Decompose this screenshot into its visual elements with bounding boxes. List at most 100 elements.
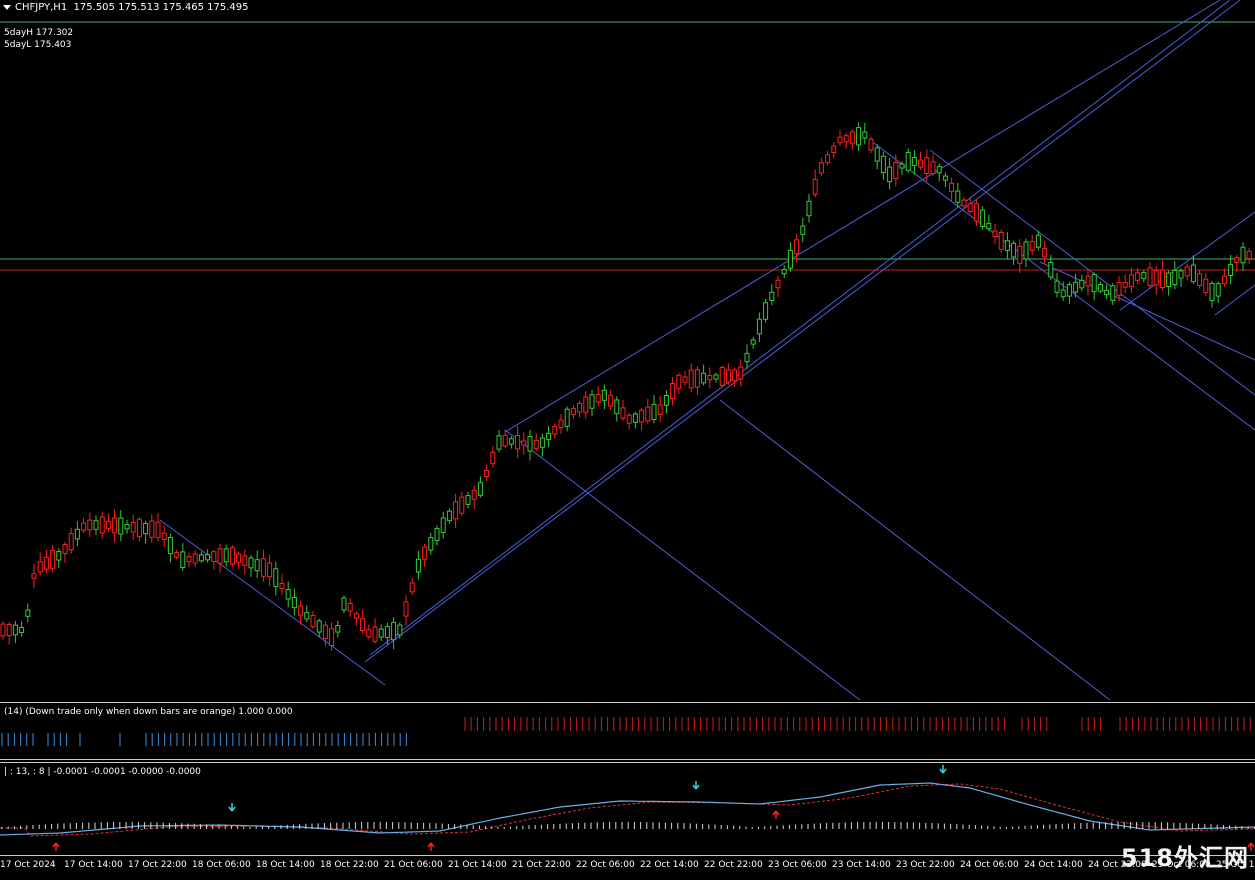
time-tick-label: 24 Oct 06:00 — [960, 860, 1019, 870]
candle-body-76 — [471, 489, 477, 500]
candle-body-171 — [1060, 289, 1066, 298]
candle-body-79 — [490, 451, 496, 465]
candle-body-54 — [335, 625, 341, 633]
candle-body-9 — [56, 550, 62, 561]
candle-body-6 — [37, 561, 43, 573]
candle-body-60 — [372, 626, 378, 642]
candle-body-128 — [794, 239, 800, 255]
candle-body-1 — [6, 623, 12, 637]
candle-body-63 — [391, 621, 397, 641]
candle-body-87 — [539, 437, 545, 448]
candle-body-158 — [980, 209, 986, 227]
candle-body-111 — [688, 369, 694, 389]
oscillator-label: | : 13, : 8 | -0.0001 -0.0001 -0.0000 -0… — [4, 767, 201, 777]
candle-body-187 — [1159, 269, 1165, 289]
candle-body-134 — [831, 145, 837, 153]
candle-body-170 — [1054, 280, 1060, 293]
candle-body-38 — [236, 553, 242, 563]
candle-body-69 — [428, 537, 434, 551]
buy-signal-arrow-icon — [427, 842, 435, 851]
candle-body-99 — [614, 399, 620, 415]
candle-body-122 — [756, 318, 762, 335]
candle-body-86 — [533, 439, 539, 450]
candle-body-120 — [744, 352, 750, 363]
candle-body-30 — [186, 556, 192, 562]
candle-body-142 — [880, 155, 886, 174]
time-tick-label: 22 Oct 14:00 — [640, 860, 699, 870]
candle-body-97 — [601, 389, 607, 401]
candle-body-2 — [12, 624, 18, 636]
candle-body-49 — [304, 612, 310, 620]
dropdown-triangle-icon[interactable] — [3, 4, 11, 10]
price-chart-canvas[interactable] — [0, 0, 1255, 700]
candle-body-107 — [663, 395, 669, 406]
candle-body-198 — [1228, 264, 1234, 276]
candle-body-109 — [676, 374, 682, 389]
trend-channel-line-1 — [364, 0, 1241, 663]
candle-body-152 — [942, 175, 948, 181]
candle-body-83 — [515, 435, 521, 450]
candle-body-149 — [924, 157, 930, 175]
candle-body-155 — [961, 199, 967, 207]
candle-body-72 — [446, 510, 452, 522]
time-tick-label: 23 Oct 14:00 — [832, 860, 891, 870]
candle-body-75 — [465, 495, 471, 505]
time-tick-label: 17 Oct 22:00 — [128, 860, 187, 870]
candle-body-137 — [849, 131, 855, 144]
buy-signal-arrow-icon — [52, 842, 60, 851]
candle-body-14 — [87, 519, 93, 531]
candle-body-56 — [347, 603, 353, 612]
candle-body-131 — [812, 178, 818, 195]
candle-body-45 — [279, 582, 285, 590]
candle-body-34 — [211, 551, 217, 563]
candle-body-193 — [1197, 273, 1203, 286]
trend-channel-line-7 — [929, 149, 1255, 396]
candle-body-157 — [973, 203, 979, 222]
candle-body-0 — [0, 623, 6, 637]
candle-body-162 — [1004, 240, 1010, 251]
candle-body-169 — [1048, 262, 1054, 278]
candle-body-43 — [267, 562, 273, 578]
candle-body-74 — [459, 496, 465, 514]
candle-body-144 — [893, 162, 899, 180]
candle-body-106 — [657, 404, 663, 415]
candle-body-150 — [930, 161, 936, 174]
candle-body-15 — [93, 520, 99, 530]
candle-body-123 — [763, 302, 769, 320]
trend-indicator-label: (14) (Down trade only when down bars are… — [4, 707, 293, 717]
candle-body-102 — [632, 413, 638, 423]
candle-body-132 — [818, 162, 824, 174]
candle-body-188 — [1166, 272, 1172, 287]
time-tick-label: 21 Oct 22:00 — [512, 860, 571, 870]
candle-body-139 — [862, 131, 868, 139]
trend-channel-line-4 — [504, 429, 861, 700]
candle-body-78 — [484, 469, 490, 478]
trend-bars-indicator-pane[interactable]: (14) (Down trade only when down bars are… — [0, 702, 1255, 760]
candle-body-27 — [167, 537, 173, 555]
candle-body-173 — [1073, 281, 1079, 293]
candle-body-22 — [136, 518, 142, 538]
candle-body-113 — [701, 372, 707, 384]
candle-body-59 — [366, 629, 372, 638]
candle-body-53 — [329, 628, 335, 646]
candle-body-118 — [732, 369, 738, 382]
time-tick-label: 18 Oct 06:00 — [192, 860, 251, 870]
candle-body-28 — [174, 552, 180, 558]
candle-body-18 — [112, 517, 118, 534]
candle-body-36 — [223, 548, 229, 563]
candle-body-42 — [260, 558, 266, 577]
candle-body-181 — [1122, 282, 1128, 288]
candle-body-105 — [651, 403, 657, 421]
time-tick-label: 17 Oct 2024 — [0, 860, 56, 870]
candle-body-103 — [639, 409, 645, 423]
candle-body-51 — [316, 620, 322, 633]
candle-body-39 — [242, 555, 248, 566]
candle-body-183 — [1135, 272, 1141, 281]
trend-channel-line-3 — [159, 519, 386, 686]
price-chart-pane[interactable]: CHFJPY,H1 175.505 175.513 175.465 175.49… — [0, 0, 1255, 700]
candle-body-84 — [521, 440, 527, 446]
candle-body-156 — [967, 203, 973, 213]
oscillator-indicator-pane[interactable]: | : 13, : 8 | -0.0001 -0.0001 -0.0000 -0… — [0, 762, 1255, 855]
time-axis: 17 Oct 2024 17 Oct 14:00 17 Oct 22:00 18 Oc… — [0, 855, 1255, 880]
trend-channel-line-5 — [719, 399, 1111, 700]
